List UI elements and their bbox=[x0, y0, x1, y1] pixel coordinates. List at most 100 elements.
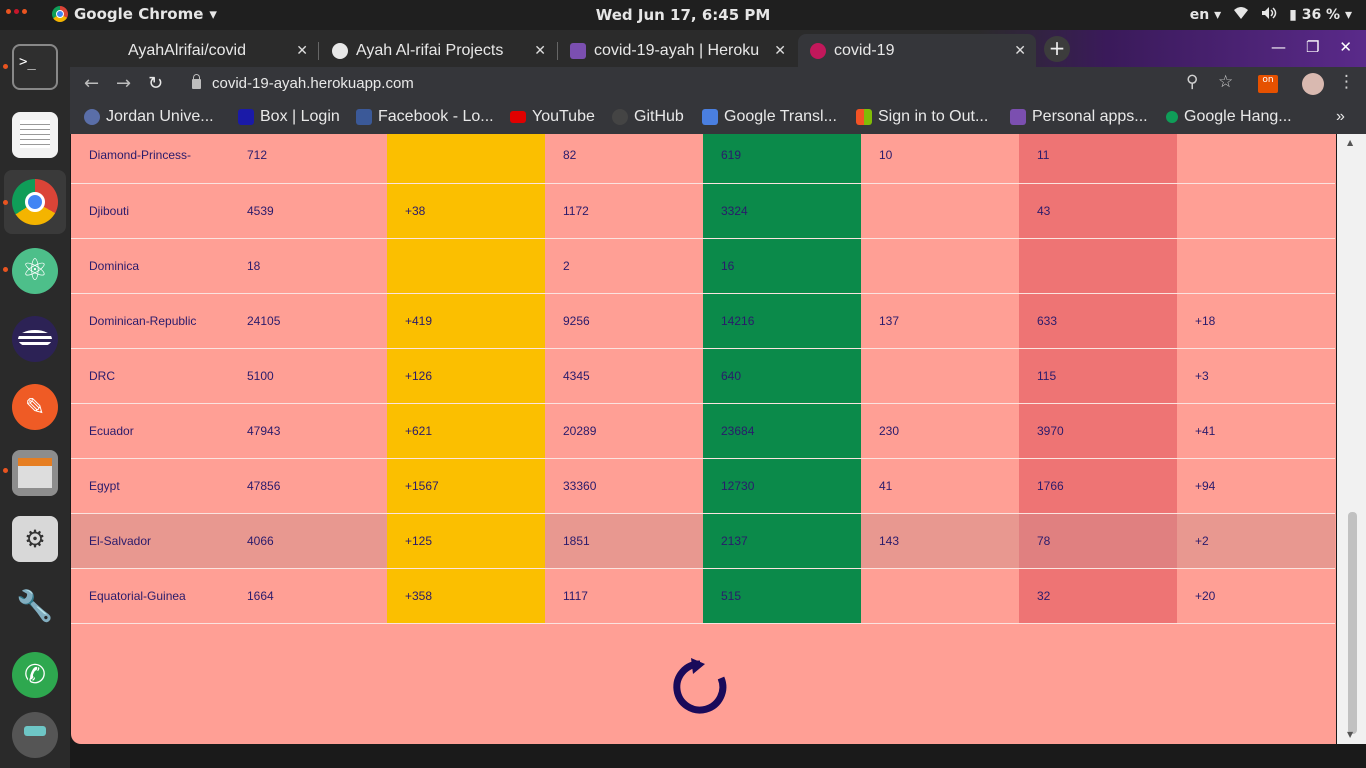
maximize-icon[interactable]: ❐ bbox=[1306, 38, 1319, 56]
stat-cell: +126 bbox=[387, 348, 545, 404]
reload-icon[interactable]: ↻ bbox=[148, 73, 163, 94]
phone-icon[interactable]: ✆ bbox=[12, 652, 58, 698]
stat-cell: +38 bbox=[387, 183, 545, 239]
forward-icon[interactable]: → bbox=[116, 73, 131, 94]
bookmark-box[interactable]: Box | Login bbox=[238, 108, 340, 126]
bookmark-google-translate[interactable]: Google Transl... bbox=[702, 108, 837, 126]
stat-cell: 712 bbox=[229, 134, 387, 184]
back-icon[interactable]: ← bbox=[84, 73, 99, 94]
postman-icon[interactable]: ✎ bbox=[12, 384, 58, 430]
scroll-thumb[interactable] bbox=[1348, 512, 1357, 734]
stat-cell bbox=[861, 238, 1019, 294]
clock[interactable]: Wed Jun 17, 6:45 PM bbox=[0, 6, 1366, 24]
tab-covid-active[interactable]: covid-19 ✕ bbox=[798, 34, 1036, 67]
settings-mixer-icon[interactable]: ⚙ bbox=[12, 516, 58, 562]
stat-cell: 1117 bbox=[545, 568, 703, 624]
tab-github-repo[interactable]: AyahAlrifai/covid ✕ bbox=[100, 34, 318, 67]
chrome-icon[interactable] bbox=[12, 179, 58, 225]
bookmark-facebook[interactable]: Facebook - Lo... bbox=[356, 108, 494, 126]
url-text: covid-19-ayah.herokuapp.com bbox=[212, 75, 414, 92]
tab-projects[interactable]: Ayah Al-rifai Projects ✕ bbox=[320, 34, 556, 67]
table-row[interactable]: Equatorial-Guinea 1664 +358 1117 515 32 +20 bbox=[71, 568, 1335, 624]
system-tools-icon[interactable]: 🔧 bbox=[12, 584, 58, 630]
language-indicator[interactable]: en ▾ bbox=[1190, 7, 1221, 23]
stat-cell: 10 bbox=[861, 134, 1019, 184]
table-row[interactable]: Diamond-Princess- 712 82 619 10 11 bbox=[71, 134, 1335, 184]
stat-cell bbox=[1019, 238, 1177, 294]
close-window-icon[interactable]: ✕ bbox=[1339, 38, 1352, 56]
close-icon[interactable]: ✕ bbox=[296, 42, 308, 59]
bookmark-youtube[interactable]: YouTube bbox=[510, 108, 595, 126]
stat-cell: 2137 bbox=[703, 513, 861, 569]
stat-cell: +94 bbox=[1177, 458, 1335, 514]
tab-title: Ayah Al-rifai Projects bbox=[356, 41, 504, 59]
close-icon[interactable]: ✕ bbox=[774, 42, 786, 59]
atom-icon[interactable]: ⚛ bbox=[12, 248, 58, 294]
close-icon[interactable]: ✕ bbox=[534, 42, 546, 59]
zoom-icon[interactable]: ⚲ bbox=[1186, 72, 1198, 92]
covid-page: Diamond-Princess- 712 82 619 10 11 Djibouti 453… bbox=[71, 134, 1336, 744]
stat-cell: 3324 bbox=[703, 183, 861, 239]
minimize-icon[interactable]: — bbox=[1271, 38, 1286, 56]
address-bar[interactable]: covid-19-ayah.herokuapp.com bbox=[180, 70, 1230, 98]
extension-icon[interactable]: on bbox=[1258, 75, 1278, 93]
wifi-icon bbox=[1233, 6, 1249, 24]
tab-strip: AyahAlrifai/covid ✕ Ayah Al-rifai Projec… bbox=[70, 30, 1366, 67]
bookmark-label: Personal apps... bbox=[1032, 108, 1148, 125]
file-manager-icon[interactable] bbox=[12, 450, 58, 496]
globe-icon bbox=[332, 42, 348, 59]
bookmarks-overflow-icon[interactable]: » bbox=[1336, 108, 1345, 126]
stat-cell: 515 bbox=[703, 568, 861, 624]
stat-cell bbox=[387, 238, 545, 294]
battery-indicator[interactable]: ▮ 36 % ▾ bbox=[1289, 7, 1352, 23]
terminal-icon[interactable]: >_ bbox=[12, 44, 58, 90]
table-row[interactable]: DRC 5100 +126 4345 640 115 +3 bbox=[71, 348, 1335, 404]
new-tab-button[interactable]: + bbox=[1044, 36, 1070, 62]
text-editor-icon[interactable] bbox=[12, 112, 58, 158]
bookmark-label: Box | Login bbox=[260, 108, 340, 125]
table-row[interactable]: Dominica 18 2 16 bbox=[71, 238, 1335, 294]
stat-cell bbox=[861, 568, 1019, 624]
star-icon[interactable]: ☆ bbox=[1218, 72, 1233, 92]
system-tray[interactable]: en ▾ ▮ 36 % ▾ bbox=[1190, 6, 1352, 24]
lock-icon[interactable] bbox=[192, 74, 201, 89]
stat-cell: 1172 bbox=[545, 183, 703, 239]
bookmark-github[interactable]: GitHub bbox=[612, 108, 684, 126]
bookmark-outlook[interactable]: Sign in to Out... bbox=[856, 108, 988, 126]
page-scrollbar[interactable]: ▲ ▼ bbox=[1337, 134, 1366, 744]
tab-separator bbox=[318, 42, 319, 60]
stat-cell: +621 bbox=[387, 403, 545, 459]
show-apps-icon[interactable] bbox=[12, 712, 58, 758]
github-icon bbox=[612, 109, 628, 125]
stat-cell: +2 bbox=[1177, 513, 1335, 569]
stat-cell: 18 bbox=[229, 238, 387, 294]
bookmark-personal-apps[interactable]: Personal apps... bbox=[1010, 108, 1148, 126]
stat-cell: 20289 bbox=[545, 403, 703, 459]
battery-label: 36 % bbox=[1301, 7, 1341, 23]
stat-cell bbox=[861, 183, 1019, 239]
translate-icon bbox=[702, 109, 718, 125]
scroll-down-icon[interactable]: ▼ bbox=[1347, 730, 1353, 739]
stat-cell: +20 bbox=[1177, 568, 1335, 624]
menu-icon[interactable]: ⋮ bbox=[1338, 72, 1355, 92]
stat-cell: 23684 bbox=[703, 403, 861, 459]
stat-cell: 633 bbox=[1019, 293, 1177, 349]
tab-heroku[interactable]: covid-19-ayah | Heroku ✕ bbox=[558, 34, 796, 67]
scroll-up-icon[interactable]: ▲ bbox=[1347, 138, 1353, 147]
table-row[interactable]: Dominican-Republic 24105 +419 9256 14216 137 6… bbox=[71, 293, 1335, 349]
table-row[interactable]: Djibouti 4539 +38 1172 3324 43 bbox=[71, 183, 1335, 239]
refresh-icon[interactable] bbox=[669, 656, 731, 718]
stat-cell: +18 bbox=[1177, 293, 1335, 349]
bookmark-hangouts[interactable]: Google Hang... bbox=[1166, 108, 1292, 126]
avatar[interactable] bbox=[1302, 73, 1324, 95]
table-row[interactable]: Egypt 47856 +1567 33360 12730 41 1766 +94 bbox=[71, 458, 1335, 514]
stat-cell: 1851 bbox=[545, 513, 703, 569]
close-icon[interactable]: ✕ bbox=[1014, 42, 1026, 59]
bookmark-jordan-university[interactable]: Jordan Unive... bbox=[84, 108, 214, 126]
youtube-icon bbox=[510, 111, 526, 123]
table-row[interactable]: Ecuador 47943 +621 20289 23684 230 3970 +41 bbox=[71, 403, 1335, 459]
table-row[interactable]: El-Salvador 4066 +125 1851 2137 143 78 +2 bbox=[71, 513, 1335, 569]
stat-cell: 14216 bbox=[703, 293, 861, 349]
ju-icon bbox=[84, 109, 100, 125]
eclipse-icon[interactable] bbox=[12, 316, 58, 362]
